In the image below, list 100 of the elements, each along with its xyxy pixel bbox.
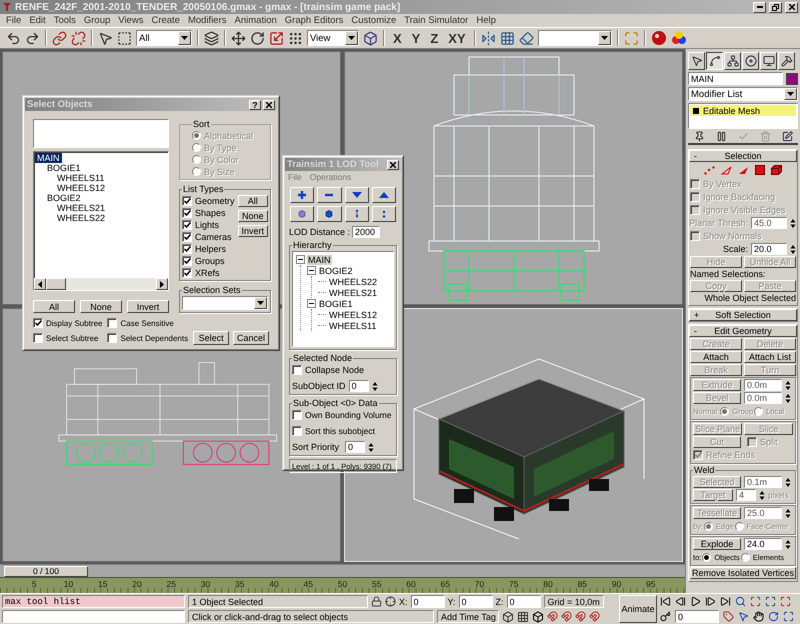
tree-item[interactable]: WHEELS11 xyxy=(328,320,378,330)
grid-icon[interactable] xyxy=(500,30,515,46)
tree-item[interactable]: WHEELS22 xyxy=(328,276,378,286)
minimize-button[interactable] xyxy=(753,2,766,12)
menu-item[interactable]: File xyxy=(2,15,26,26)
menu-item[interactable]: Create xyxy=(147,15,184,26)
redo-icon[interactable] xyxy=(25,30,40,46)
cursor-icon[interactable] xyxy=(98,30,113,46)
cursor-icon[interactable] xyxy=(738,611,749,622)
checkbox[interactable] xyxy=(182,244,192,254)
spinner-arrows-icon[interactable] xyxy=(372,380,378,392)
collapse-icon[interactable] xyxy=(296,255,305,264)
command-button[interactable]: Explode xyxy=(693,538,741,550)
lock-icon[interactable] xyxy=(371,596,382,607)
checkbox[interactable] xyxy=(182,268,192,278)
cube-icon[interactable] xyxy=(771,165,782,175)
time-slider-thumb[interactable]: 0 / 100 xyxy=(4,566,88,576)
move-icon[interactable] xyxy=(231,30,246,46)
unlink-icon[interactable] xyxy=(71,30,86,46)
menu-item[interactable]: Group xyxy=(80,15,114,26)
restore-button[interactable] xyxy=(769,2,782,12)
checkbox[interactable] xyxy=(292,365,302,375)
edit-icon[interactable] xyxy=(782,130,792,142)
rollout-header[interactable]: - Selection xyxy=(689,150,797,162)
menu-item[interactable]: Help xyxy=(472,15,500,26)
rollout-header[interactable]: - Edit Geometry xyxy=(689,325,797,337)
named-selection-dropdown[interactable] xyxy=(538,30,612,46)
checkbox[interactable] xyxy=(182,208,192,218)
coordinate-dropdown[interactable]: View xyxy=(307,30,359,46)
number-field[interactable]: 24.0 xyxy=(744,538,782,550)
time-tag-field[interactable]: Add Time Tag xyxy=(437,610,499,623)
dots-icon[interactable] xyxy=(704,166,715,174)
help-button[interactable]: ? xyxy=(249,100,261,110)
radio-button[interactable] xyxy=(702,552,712,562)
menu-item[interactable]: Animation xyxy=(230,15,281,26)
axis-button[interactable]: Y xyxy=(408,30,424,46)
list-type-button[interactable]: All xyxy=(238,195,268,207)
scale-icon[interactable] xyxy=(269,30,284,46)
colored-spheres-icon[interactable] xyxy=(670,30,687,46)
checkbox[interactable] xyxy=(182,220,192,230)
tool-button[interactable] xyxy=(344,206,369,222)
stack-item[interactable]: Editable Mesh xyxy=(690,105,796,116)
tree-item[interactable]: WHEELS21 xyxy=(328,288,378,298)
list-button[interactable]: All xyxy=(33,300,75,313)
close-button[interactable] xyxy=(387,160,399,170)
layers-icon[interactable] xyxy=(204,30,219,46)
checkbox[interactable] xyxy=(182,232,192,242)
checkbox[interactable] xyxy=(182,196,192,206)
tag-icon[interactable] xyxy=(723,611,734,622)
tool-button[interactable] xyxy=(317,187,342,203)
list-item[interactable]: MAIN xyxy=(35,153,62,163)
triangle-icon[interactable] xyxy=(738,166,749,174)
selection-filter-dropdown[interactable]: All xyxy=(136,30,192,46)
tool-button[interactable] xyxy=(344,187,369,203)
tool-button[interactable] xyxy=(372,187,396,203)
step-forward-icon[interactable] xyxy=(705,596,716,607)
axis-button[interactable]: X xyxy=(390,30,405,46)
spinner-arrows-icon[interactable] xyxy=(368,442,374,452)
close-button[interactable] xyxy=(263,100,275,110)
spinner-arrows-icon[interactable] xyxy=(785,508,791,518)
tool-button[interactable] xyxy=(290,206,314,222)
hand-icon[interactable] xyxy=(753,611,764,622)
menu-item[interactable]: Tools xyxy=(50,15,80,26)
check-icon[interactable] xyxy=(738,130,748,142)
spinner-arrows-icon[interactable] xyxy=(785,392,791,404)
menu-item[interactable]: Views xyxy=(114,15,148,26)
frame-icon[interactable] xyxy=(750,596,761,607)
command-button[interactable]: Attach xyxy=(690,351,742,363)
triangle-outline-icon[interactable] xyxy=(721,166,732,174)
timeline-ruler[interactable]: 5 10 15 20 25 30 35 40 45 50 55 60 65 70 75 80 85 90 95 xyxy=(0,577,685,593)
list-button[interactable]: Invert xyxy=(127,300,169,313)
box-icon[interactable] xyxy=(532,610,544,622)
magnet-icon[interactable] xyxy=(547,611,558,622)
dialog-button[interactable]: Select xyxy=(193,331,230,345)
command-button[interactable]: Attach List xyxy=(744,351,796,363)
list-item[interactable]: BOGIE2 xyxy=(35,193,83,203)
grid-icon[interactable] xyxy=(517,610,529,622)
square-icon[interactable] xyxy=(755,165,765,175)
list-button[interactable]: None xyxy=(80,300,122,313)
distance-field[interactable]: 2000 xyxy=(352,226,380,238)
list-type-button[interactable]: Invert xyxy=(238,225,268,237)
script-listener-field[interactable]: max tool hlist xyxy=(2,595,185,608)
checkbox[interactable] xyxy=(292,410,302,420)
spinner-arrows-icon[interactable] xyxy=(785,476,791,488)
spinner-arrows-icon[interactable] xyxy=(785,538,791,550)
menu-item[interactable]: Train Simulator xyxy=(400,15,472,26)
skip-back-icon[interactable] xyxy=(660,596,671,607)
menu-item[interactable]: Graph Editors xyxy=(280,15,348,26)
checkbox[interactable] xyxy=(182,256,192,266)
frame-field[interactable]: 0 xyxy=(675,610,719,623)
grip-icon[interactable] xyxy=(288,30,303,46)
search-icon[interactable] xyxy=(735,596,746,607)
scroll-thumb[interactable] xyxy=(46,278,66,290)
frame-icon[interactable] xyxy=(765,596,776,607)
frame-icon[interactable] xyxy=(780,596,791,607)
tree-item[interactable]: BOGIE1 xyxy=(318,298,354,308)
undo-icon[interactable] xyxy=(6,30,21,46)
magnet-icon[interactable] xyxy=(561,611,572,622)
list-item[interactable]: WHEELS22 xyxy=(35,213,108,223)
pin-icon[interactable] xyxy=(694,130,704,142)
